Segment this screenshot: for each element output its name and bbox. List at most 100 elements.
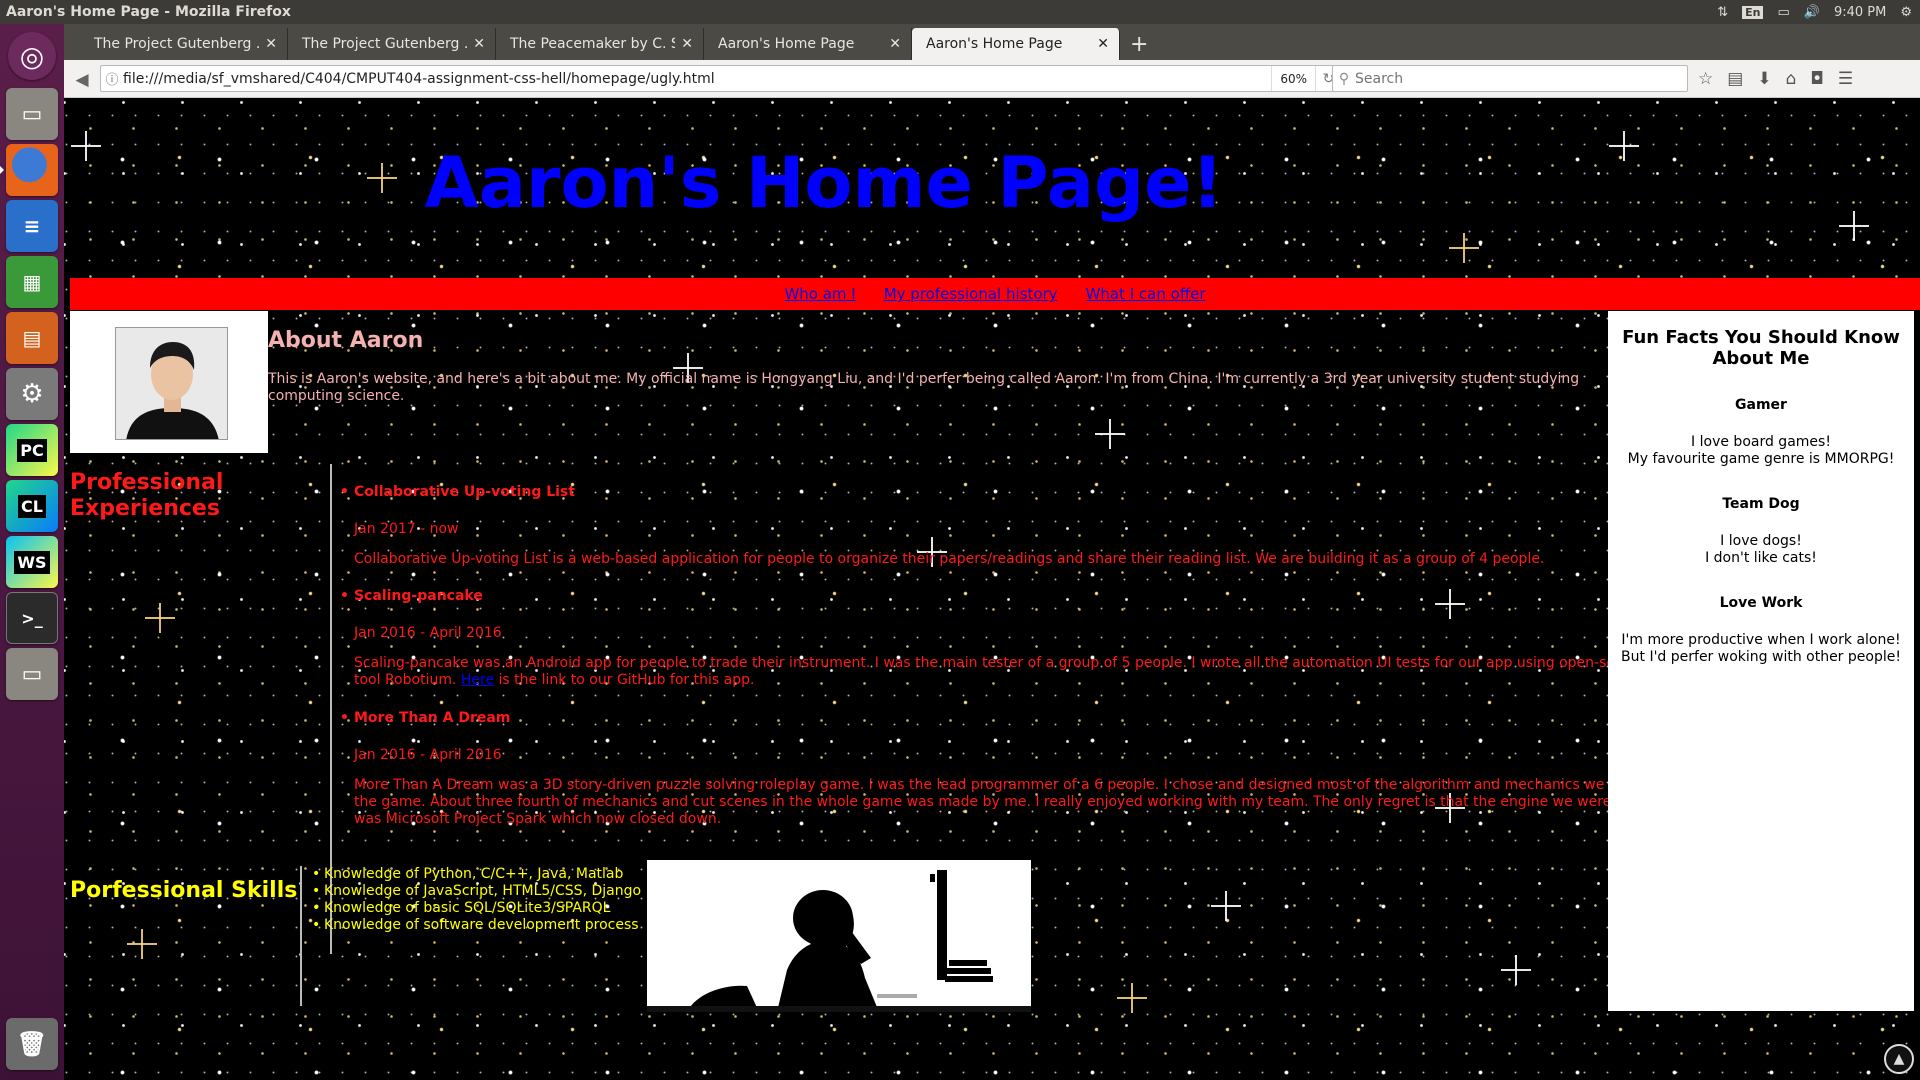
close-icon[interactable]: ✕	[1097, 36, 1109, 52]
pocket-icon[interactable]: ◘	[1810, 69, 1823, 89]
github-link[interactable]: Here	[461, 672, 494, 688]
sparkle	[1117, 983, 1147, 1013]
experience-item: Collaborative Up-voting List Jan 2017 - …	[340, 484, 1654, 568]
bookmark-star-icon[interactable]: ☆	[1698, 69, 1713, 89]
files-icon[interactable]: ▭	[6, 648, 58, 700]
new-tab-button[interactable]: +	[1120, 28, 1158, 60]
nav-link-who-am-i[interactable]: Who am I	[784, 285, 855, 303]
tab-4[interactable]: Aaron's Home Page ✕	[704, 28, 912, 60]
sparkle	[145, 603, 175, 633]
tab-1[interactable]: The Project Gutenberg ... ✕	[80, 28, 288, 60]
home-icon[interactable]: ⌂	[1786, 69, 1797, 89]
tab-5-active[interactable]: Aaron's Home Page ✕	[912, 28, 1120, 60]
clock[interactable]: 9:40 PM	[1834, 5, 1886, 20]
url-text[interactable]: file:///media/sf_vmshared/C404/CMPUT404-…	[123, 71, 1271, 87]
download-icon[interactable]: ⬇	[1757, 69, 1771, 89]
fact-text: I'm more productive when I work alone! B…	[1621, 632, 1901, 665]
close-icon[interactable]: ✕	[265, 36, 277, 52]
launcher: ◎ ▭ ≡ ▦ ▤ ⚙ PC CL WS >_ ▭ 🗑	[0, 24, 64, 1080]
scroll-to-top-button[interactable]: ▲	[1884, 1044, 1914, 1074]
toolbar-icons: ☆ ▤ ⬇ ⌂ ◘ ☰	[1698, 60, 1853, 98]
sparkle	[1449, 233, 1479, 263]
fact-heading: Gamer	[1735, 397, 1787, 413]
site-nav-bar: Who am I My professional history What I …	[70, 278, 1920, 310]
experiences-heading: Professional Experiences	[70, 470, 224, 521]
pycharm-icon[interactable]: PC	[6, 424, 58, 476]
sparkle	[1609, 131, 1639, 161]
page-title: Aaron's Home Page!	[424, 142, 1224, 224]
experience-description-text: is the link to our GitHub for this app.	[494, 672, 755, 688]
back-button[interactable]: ◀	[68, 70, 96, 90]
sparkle	[1095, 419, 1125, 449]
sparkle	[1501, 955, 1531, 985]
system-top-bar: Aaron's Home Page - Mozilla Firefox ⇅ En…	[0, 0, 1920, 24]
trash-icon[interactable]: 🗑	[6, 1018, 58, 1070]
tab-label: The Project Gutenberg ...	[302, 36, 468, 52]
sparkle	[127, 929, 157, 959]
fact-text: I love board games! My favourite game ge…	[1627, 434, 1895, 467]
tab-label: The Peacemaker by C. S...	[510, 36, 676, 52]
experience-description: Collaborative Up-voting List is a web-ba…	[354, 551, 1545, 567]
search-input[interactable]	[1355, 70, 1687, 87]
navigation-toolbar: ◀ ⓘ file:///media/sf_vmshared/C404/CMPUT…	[64, 60, 1920, 98]
person-portrait-icon	[116, 328, 227, 439]
profile-photo-frame	[70, 311, 268, 453]
close-icon[interactable]: ✕	[473, 36, 485, 52]
system-tray: ⇅ En ▭ 🔊 9:40 PM ⚙	[1717, 5, 1920, 20]
sparkle	[1839, 211, 1869, 241]
fact-heading: Team Dog	[1722, 496, 1800, 512]
tab-label: Aaron's Home Page	[718, 36, 855, 52]
tab-3[interactable]: The Peacemaker by C. S... ✕	[496, 28, 704, 60]
silhouette-at-desk-icon	[647, 860, 1031, 1012]
close-icon[interactable]: ✕	[889, 36, 901, 52]
fun-facts-title: Fun Facts You Should Know About Me	[1622, 327, 1900, 369]
address-bar[interactable]: ⓘ file:///media/sf_vmshared/C404/CMPUT40…	[100, 65, 1342, 92]
experience-item: Scaling-pancake Jan 2016 - April 2016 Sc…	[340, 588, 1654, 689]
fact-text: I love dogs! I don't like cats!	[1705, 533, 1817, 566]
webstorm-icon[interactable]: WS	[6, 536, 58, 588]
fact-heading: Love Work	[1719, 595, 1803, 611]
writer-icon[interactable]: ≡	[6, 200, 58, 252]
experience-name: Scaling-pancake	[340, 588, 1654, 604]
experience-item: More Than A Dream Jan 2016 - April 2016 …	[340, 710, 1654, 828]
network-icon[interactable]: ⇅	[1717, 5, 1728, 20]
impress-icon[interactable]: ▤	[6, 312, 58, 364]
battery-icon[interactable]: ▭	[1777, 5, 1789, 20]
experience-date: Jan 2016 - April 2016	[354, 625, 502, 641]
search-icon: ⚲	[1338, 70, 1350, 87]
menu-icon[interactable]: ☰	[1838, 69, 1853, 89]
terminal-icon[interactable]: >_	[6, 592, 58, 644]
tab-strip: The Project Gutenberg ... ✕ The Project G…	[64, 24, 1920, 60]
tab-label: Aaron's Home Page	[926, 36, 1063, 52]
profile-photo	[115, 327, 228, 440]
skills-heading: Porfessional Skills	[70, 878, 298, 903]
experience-date: Jan 2016 - April 2016	[354, 747, 502, 763]
fun-facts-sidebar: Fun Facts You Should Know About Me Gamer…	[1608, 311, 1914, 1011]
clion-icon[interactable]: CL	[6, 480, 58, 532]
calc-icon[interactable]: ▦	[6, 256, 58, 308]
experience-date: Jan 2017 - now	[354, 521, 459, 537]
experience-name: Collaborative Up-voting List	[340, 484, 1654, 500]
ubuntu-dash-icon[interactable]: ◎	[8, 32, 56, 80]
page-viewport: Aaron's Home Page! Who am I My professio…	[64, 98, 1920, 1080]
volume-icon[interactable]: 🔊	[1804, 5, 1820, 20]
tab-2[interactable]: The Project Gutenberg ... ✕	[288, 28, 496, 60]
settings-icon[interactable]: ⚙	[6, 368, 58, 420]
nav-link-professional-history[interactable]: My professional history	[884, 285, 1058, 303]
experience-description: Scaling-pancake was an Android app for p…	[354, 655, 1654, 689]
files-icon[interactable]: ▭	[6, 88, 58, 140]
keyboard-layout-indicator[interactable]: En	[1742, 5, 1764, 19]
firefox-icon[interactable]	[0, 144, 58, 196]
zoom-indicator[interactable]: 60%	[1271, 66, 1315, 91]
reading-list-icon[interactable]: ▤	[1727, 69, 1743, 89]
info-icon[interactable]: ⓘ	[101, 69, 123, 88]
gear-icon[interactable]: ⚙	[1900, 5, 1912, 20]
tab-label: The Project Gutenberg ...	[94, 36, 260, 52]
stressed-programmer-image	[647, 860, 1031, 1012]
nav-link-what-i-can-offer[interactable]: What I can offer	[1086, 285, 1206, 303]
close-icon[interactable]: ✕	[681, 36, 693, 52]
experience-description: More Than A Dream was a 3D story-driven …	[354, 777, 1654, 827]
about-heading: About Aaron	[268, 328, 424, 353]
search-box[interactable]: ⚲	[1332, 65, 1688, 92]
window-title: Aaron's Home Page - Mozilla Firefox	[6, 4, 291, 20]
